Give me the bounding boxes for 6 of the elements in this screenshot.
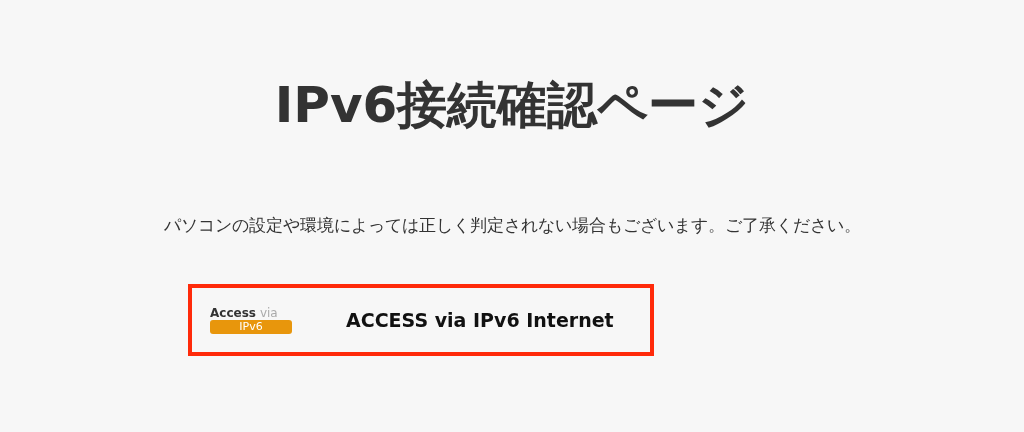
notice-text: パソコンの設定や環境によっては正しく判定されない場合もございます。ご了承ください。 <box>163 214 861 236</box>
page-title: IPv6接続確認ページ <box>274 75 750 136</box>
result-message: ACCESS via IPv6 Internet <box>346 309 614 331</box>
badge-tag: IPv6 <box>210 320 292 334</box>
badge-word: Access <box>210 306 256 320</box>
badge-word: via <box>259 306 278 320</box>
